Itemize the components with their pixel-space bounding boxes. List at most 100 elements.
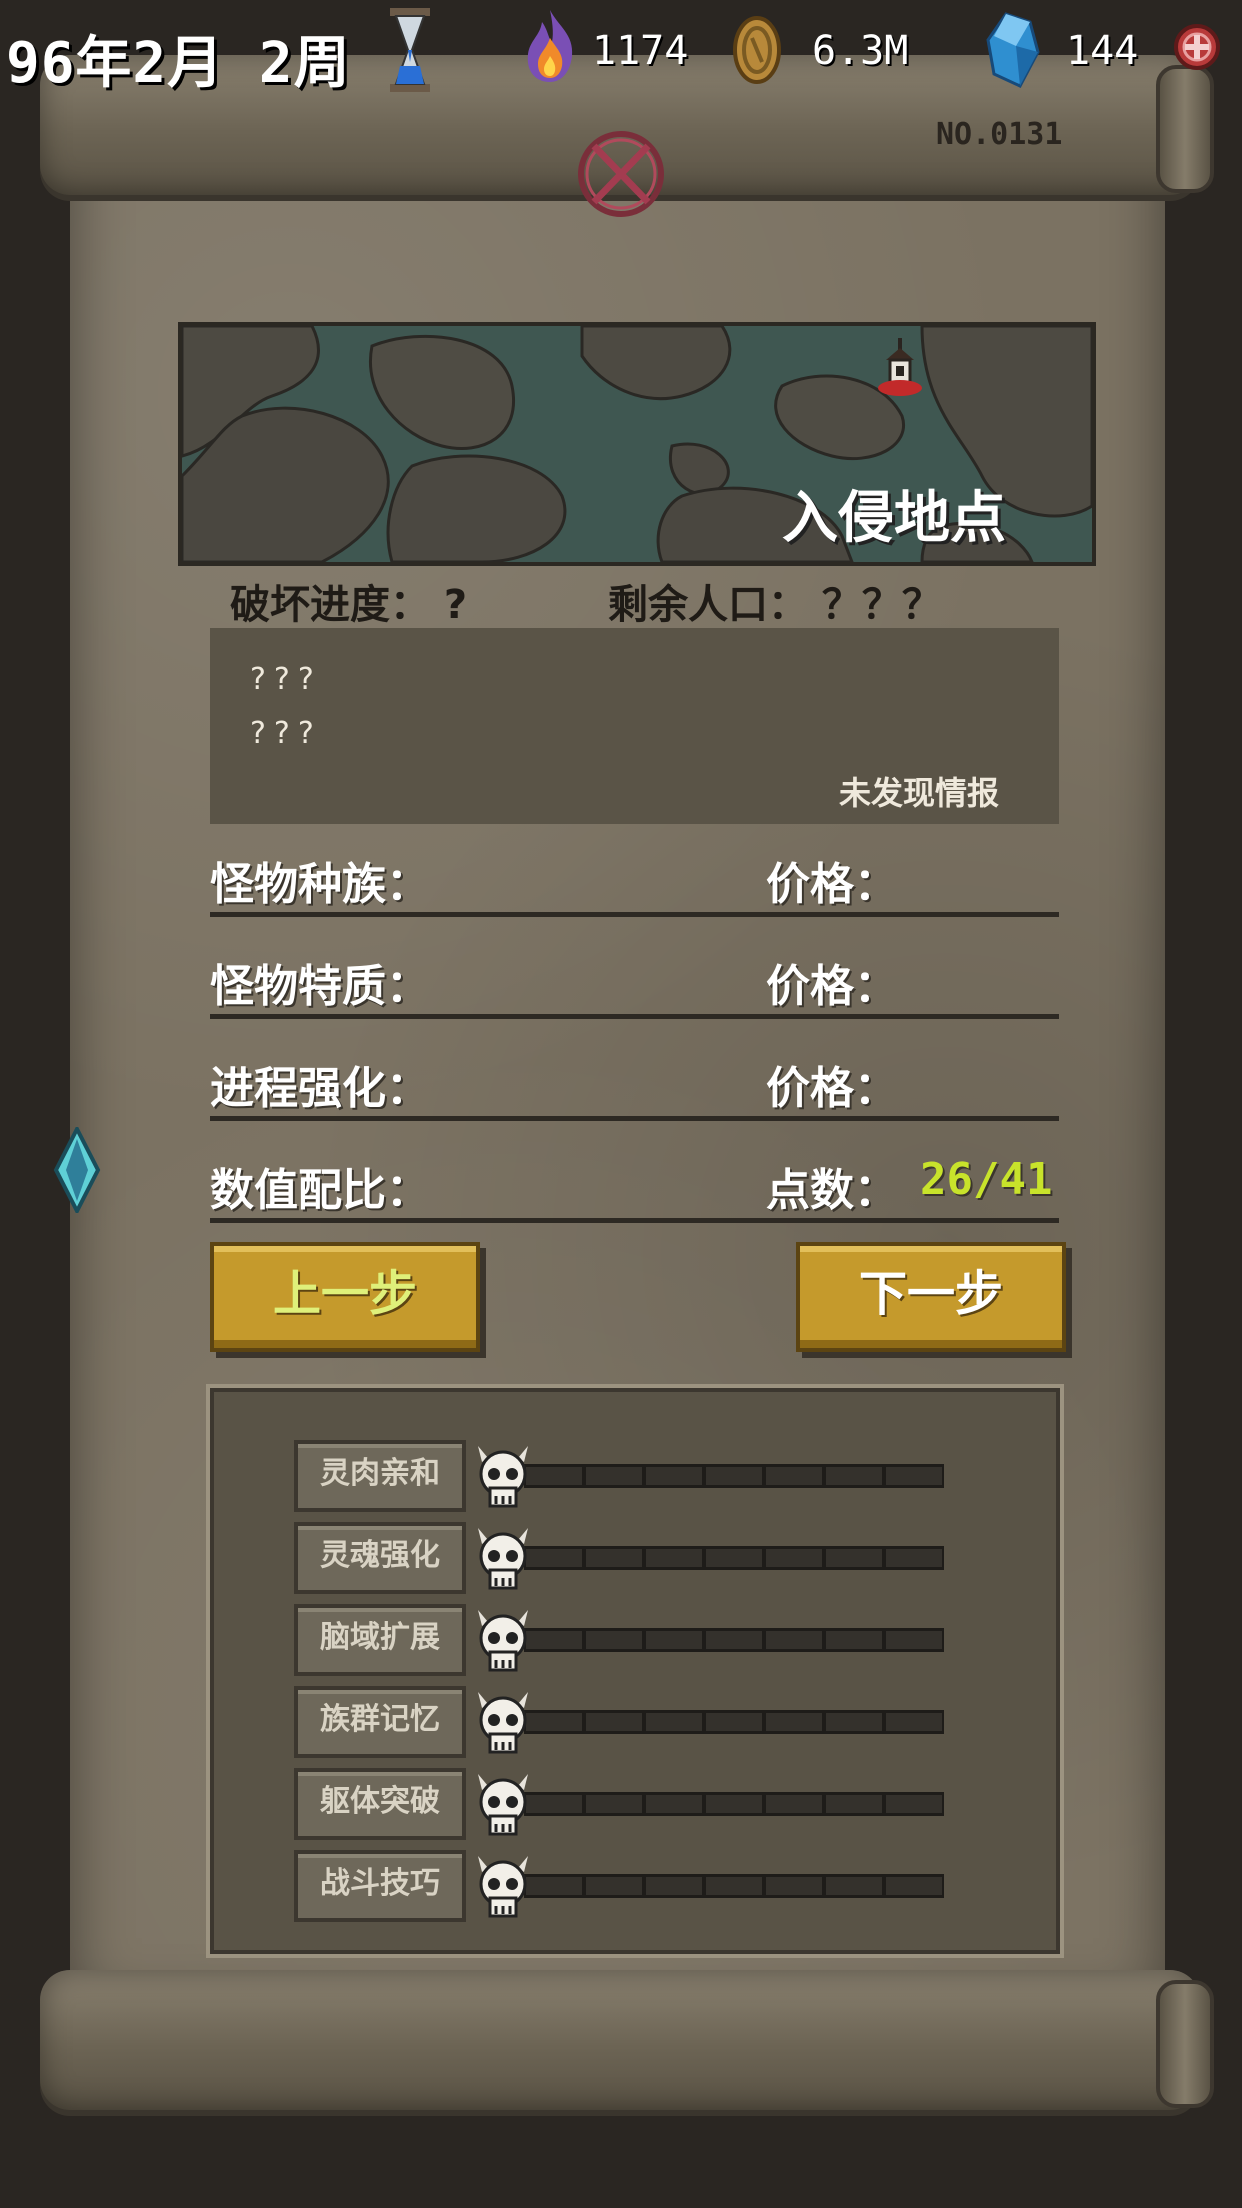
stat-level-segment — [826, 1795, 882, 1813]
stat-level-bar[interactable] — [524, 1628, 944, 1652]
stat-level-segment — [826, 1713, 882, 1731]
intel-footer: 未发现情报 — [838, 774, 999, 812]
stat-name-tag[interactable]: 灵魂强化 — [294, 1522, 466, 1594]
crystal-icon — [986, 12, 1040, 88]
previous-step-button[interactable]: 上一步 — [210, 1242, 480, 1352]
map-title: 入侵地点 — [782, 486, 1006, 551]
process-enhance-label: 进程强化： — [210, 1063, 430, 1114]
stat-level-segment — [766, 1713, 822, 1731]
stat-level-segment — [766, 1631, 822, 1649]
stat-level-segment — [706, 1631, 762, 1649]
stat-row[interactable]: 族群记忆 — [294, 1684, 944, 1758]
stat-name-tag[interactable]: 族群记忆 — [294, 1686, 466, 1758]
stat-level-segment — [526, 1713, 582, 1731]
points-label: 点数： — [766, 1165, 898, 1216]
stat-level-segment — [886, 1713, 942, 1731]
stat-row[interactable]: 脑域扩展 — [294, 1602, 944, 1676]
stat-level-segment — [526, 1877, 582, 1895]
stat-level-segment — [646, 1467, 702, 1485]
stat-name-tag[interactable]: 躯体突破 — [294, 1768, 466, 1840]
stat-name-tag[interactable]: 脑域扩展 — [294, 1604, 466, 1676]
stat-level-segment — [766, 1549, 822, 1567]
stat-level-bar[interactable] — [524, 1710, 944, 1734]
stat-level-bar[interactable] — [524, 1464, 944, 1488]
coin-value: 6.3M — [812, 28, 909, 74]
stat-level-segment — [826, 1631, 882, 1649]
stat-level-segment — [586, 1549, 642, 1567]
crystal-value: 144 — [1066, 28, 1139, 74]
stat-level-segment — [886, 1549, 942, 1567]
stat-row[interactable]: 灵魂强化 — [294, 1520, 944, 1594]
stat-level-segment — [706, 1467, 762, 1485]
stat-level-segment — [886, 1631, 942, 1649]
monster-trait-price-label: 价格： — [766, 961, 898, 1012]
intel-box: ??? ??? 未发现情报 — [210, 628, 1059, 824]
stat-level-segment — [766, 1467, 822, 1485]
stat-level-segment — [766, 1877, 822, 1895]
process-enhance-row[interactable]: 进程强化： 价格： — [210, 1016, 1059, 1121]
intel-line-1: ??? — [250, 662, 322, 697]
stat-ratio-row: 数值配比： 点数： 26/41 — [210, 1118, 1059, 1223]
stat-level-segment — [646, 1795, 702, 1813]
invasion-map[interactable]: 入侵地点 — [178, 322, 1096, 566]
stat-level-bar[interactable] — [524, 1546, 944, 1570]
stat-level-segment — [646, 1713, 702, 1731]
scroll-bottom-roll — [40, 1970, 1214, 2110]
stat-level-segment — [586, 1631, 642, 1649]
stat-level-segment — [526, 1631, 582, 1649]
stat-level-segment — [526, 1795, 582, 1813]
stat-level-segment — [886, 1877, 942, 1895]
stat-name-tag[interactable]: 灵肉亲和 — [294, 1440, 466, 1512]
destruction-progress: 破坏进度： ? — [230, 582, 468, 628]
stat-row[interactable]: 战斗技巧 — [294, 1848, 944, 1922]
monster-race-label: 怪物种族： — [210, 859, 430, 910]
monster-trait-row[interactable]: 怪物特质： 价格： — [210, 914, 1059, 1019]
skull-icon — [474, 1852, 532, 1926]
stat-level-segment — [646, 1877, 702, 1895]
add-icon[interactable] — [1172, 22, 1222, 72]
stat-level-segment — [826, 1467, 882, 1485]
seal-icon — [578, 131, 664, 217]
skull-icon — [474, 1688, 532, 1762]
tower-marker-icon[interactable] — [872, 338, 928, 398]
document-number: NO.0131 — [936, 117, 1063, 152]
stat-allocation-panel: 灵肉亲和灵魂强化脑域扩展族群记忆躯体突破战斗技巧 — [206, 1384, 1064, 1958]
skull-icon — [474, 1606, 532, 1680]
stat-level-segment — [766, 1795, 822, 1813]
flame-icon — [527, 10, 573, 82]
monster-race-row[interactable]: 怪物种族： 价格： — [210, 812, 1059, 917]
stat-level-segment — [586, 1467, 642, 1485]
flame-value: 1174 — [592, 28, 689, 74]
coin-icon — [733, 16, 781, 84]
skull-icon — [474, 1770, 532, 1844]
status-bar: 96年2月 2周 1174 6.3M 144 — [0, 0, 1242, 100]
process-enhance-price-label: 价格： — [766, 1063, 898, 1114]
stat-level-segment — [526, 1467, 582, 1485]
stat-level-segment — [706, 1877, 762, 1895]
stat-level-segment — [826, 1549, 882, 1567]
points-value: 26/41 — [920, 1154, 1053, 1205]
stat-level-segment — [886, 1467, 942, 1485]
stat-level-segment — [706, 1713, 762, 1731]
stat-name-tag[interactable]: 战斗技巧 — [294, 1850, 466, 1922]
skull-icon — [474, 1442, 532, 1516]
stat-level-segment — [706, 1795, 762, 1813]
stat-level-segment — [826, 1877, 882, 1895]
next-step-button[interactable]: 下一步 — [796, 1242, 1066, 1352]
stat-level-segment — [886, 1795, 942, 1813]
stat-level-segment — [586, 1877, 642, 1895]
gem-marker-icon[interactable] — [52, 1127, 102, 1213]
stat-level-bar[interactable] — [524, 1792, 944, 1816]
hourglass-icon — [390, 8, 430, 92]
remaining-population: 剩余人口： ？？？ — [608, 582, 942, 628]
stat-level-bar[interactable] — [524, 1874, 944, 1898]
stat-level-segment — [586, 1713, 642, 1731]
stat-row[interactable]: 躯体突破 — [294, 1766, 944, 1840]
stat-row[interactable]: 灵肉亲和 — [294, 1438, 944, 1512]
stat-level-segment — [706, 1549, 762, 1567]
game-date: 96年2月 2周 — [6, 31, 351, 96]
stat-level-segment — [586, 1795, 642, 1813]
stat-level-segment — [646, 1631, 702, 1649]
stat-level-segment — [646, 1549, 702, 1567]
monster-race-price-label: 价格： — [766, 859, 898, 910]
